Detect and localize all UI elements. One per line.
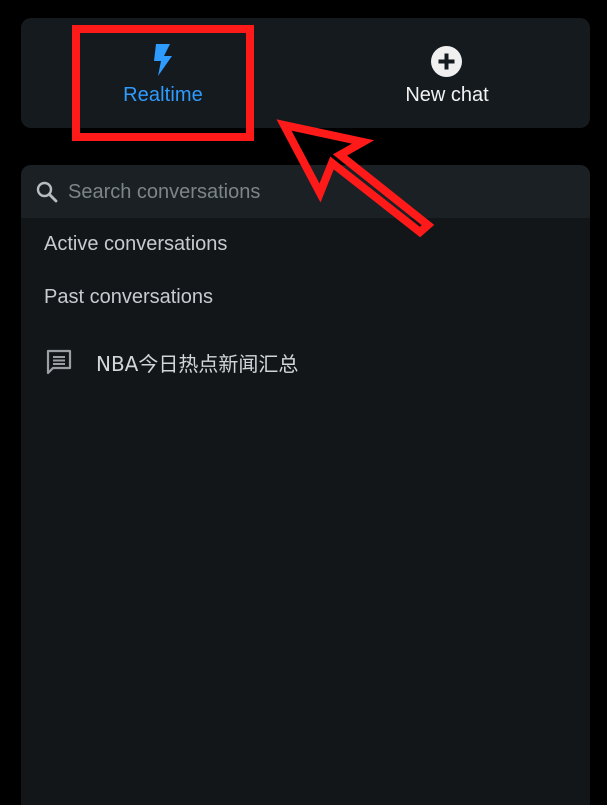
search-bar <box>21 165 590 218</box>
search-icon <box>35 180 59 204</box>
realtime-button[interactable]: Realtime <box>81 18 245 128</box>
conversation-title: NBA今日热点新闻汇总 <box>96 352 299 376</box>
active-conversations-link[interactable]: Active conversations <box>44 233 227 256</box>
search-input[interactable] <box>68 175 568 209</box>
conversations-panel: Active conversations Past conversations … <box>21 165 590 805</box>
new-chat-button[interactable]: New chat <box>347 18 547 128</box>
past-conversations-link[interactable]: Past conversations <box>44 286 213 309</box>
realtime-label: Realtime <box>123 84 203 106</box>
lightning-bolt-icon <box>152 44 174 76</box>
top-action-bar: Realtime New chat <box>21 18 590 128</box>
new-chat-label: New chat <box>405 84 489 106</box>
chat-bubble-icon <box>45 348 73 376</box>
plus-circle-icon <box>431 46 462 77</box>
list-item[interactable]: NBA今日热点新闻汇总 <box>21 335 590 387</box>
